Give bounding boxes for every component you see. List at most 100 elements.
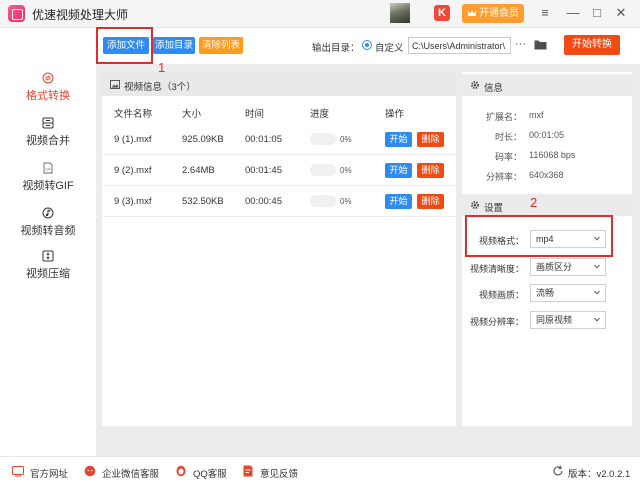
file-size: 532.50KB xyxy=(182,196,224,207)
wechat-support-link[interactable]: 企业微信客服 xyxy=(102,466,159,480)
start-button[interactable]: 开始 xyxy=(385,163,412,178)
wechat-icon xyxy=(84,465,96,477)
video-clarity-value: 画质区分 xyxy=(536,262,573,272)
sidebar-item-label: 视频压缩 xyxy=(26,268,70,280)
sidebar-item-label: 视频转音频 xyxy=(20,225,76,237)
delete-button[interactable]: 删除 xyxy=(417,163,444,178)
vip-mark-icon[interactable]: K xyxy=(434,5,450,21)
video-quality-label: 视频画质： xyxy=(478,290,524,300)
file-time: 00:01:05 xyxy=(245,134,282,145)
browse-dots-button[interactable]: ··· xyxy=(515,38,526,50)
qq-support-link[interactable]: QQ客服 xyxy=(193,466,227,480)
col-header-action: 操作 xyxy=(385,109,405,120)
video-quality-value: 流畅 xyxy=(536,288,555,298)
info-header: 信息 xyxy=(462,74,632,96)
delete-button[interactable]: 删除 xyxy=(417,194,444,209)
sidebar-item-label: 格式转换 xyxy=(26,90,70,102)
sidebar-item-video-to-gif[interactable]: GIF 视频转GIF xyxy=(0,162,96,196)
crown-icon xyxy=(468,9,476,16)
video-info-panel: 视频信息（3个） 文件名称 大小 时间 进度 操作 9 (1).mxf 925.… xyxy=(102,72,456,426)
info-value: 640x368 xyxy=(529,170,564,180)
annotation-box-1 xyxy=(96,27,153,64)
file-size: 2.64MB xyxy=(182,165,215,176)
file-name: 9 (3).mxf xyxy=(114,196,152,207)
col-header-progress: 进度 xyxy=(310,109,330,120)
col-header-name: 文件名称 xyxy=(114,109,153,120)
settings-title: 设置 xyxy=(484,203,504,214)
app-title: 优速视频处理大师 xyxy=(32,8,129,22)
video-resolution-label: 视频分辨率： xyxy=(469,317,524,327)
qq-icon xyxy=(176,465,186,477)
gear-icon xyxy=(471,201,479,209)
folder-icon[interactable] xyxy=(534,39,547,50)
table-row[interactable]: 9 (1).mxf 925.09KB 00:01:05 0% 开始 删除 xyxy=(102,124,456,155)
info-key: 码率： xyxy=(494,152,522,162)
table-row[interactable]: 9 (2).mxf 2.64MB 00:01:45 0% 开始 删除 xyxy=(102,155,456,186)
sidebar-item-video-compress[interactable]: 视频压缩 xyxy=(0,250,96,284)
progress-percent: 0% xyxy=(340,135,352,144)
sidebar-item-video-to-audio[interactable]: 视频转音频 xyxy=(0,207,96,241)
video-resolution-value: 同原视频 xyxy=(536,315,573,325)
video-panel-title: 视频信息（3个） xyxy=(124,82,196,93)
col-header-time: 时间 xyxy=(245,109,265,120)
open-vip-button[interactable]: 开通会员 xyxy=(462,4,524,23)
title-bar: 优速视频处理大师 K 开通会员 ≡ — □ ✕ xyxy=(0,0,640,28)
app-logo-icon xyxy=(8,5,25,22)
video-clarity-select[interactable]: 画质区分 xyxy=(530,258,606,276)
sidebar: 格式转换 视频合并 GIF 视频转GIF 视频转音频 视频压缩 xyxy=(0,28,96,456)
chevron-down-icon xyxy=(594,317,600,322)
video-resolution-select[interactable]: 同原视频 xyxy=(530,311,606,329)
start-button[interactable]: 开始 xyxy=(385,132,412,147)
progress-percent: 0% xyxy=(340,166,352,175)
video-panel-header: 视频信息（3个） xyxy=(102,72,456,96)
open-vip-label: 开通会员 xyxy=(479,8,519,19)
table-row[interactable]: 9 (3).mxf 532.50KB 00:00:45 0% 开始 删除 xyxy=(102,186,456,217)
progress-bar xyxy=(310,164,336,176)
gif-icon: GIF xyxy=(43,162,53,174)
sidebar-item-format-convert[interactable]: 格式转换 xyxy=(0,72,96,106)
file-time: 00:01:45 xyxy=(245,165,282,176)
website-icon xyxy=(12,466,24,477)
settings-header: 设置 xyxy=(462,194,632,216)
sidebar-item-label: 视频合并 xyxy=(26,135,70,147)
chevron-down-icon xyxy=(594,264,600,269)
convert-icon xyxy=(42,72,54,84)
video-quality-select[interactable]: 流畅 xyxy=(530,284,606,302)
annotation-box-2 xyxy=(465,215,613,257)
chevron-down-icon xyxy=(594,290,600,295)
start-button[interactable]: 开始 xyxy=(385,194,412,209)
feedback-icon xyxy=(243,465,253,477)
close-icon[interactable]: ✕ xyxy=(612,4,630,22)
annotation-number-1: 1 xyxy=(158,60,166,75)
output-dir-label: 输出目录： xyxy=(312,43,360,54)
user-avatar[interactable] xyxy=(390,3,410,23)
output-path-input[interactable] xyxy=(408,37,511,54)
image-icon xyxy=(110,80,120,89)
progress-percent: 0% xyxy=(340,197,352,206)
version-label: 版本：v2.0.2.1 xyxy=(568,469,631,480)
minimize-icon[interactable]: — xyxy=(564,4,582,22)
file-name: 9 (1).mxf xyxy=(114,134,152,145)
progress-bar xyxy=(310,195,336,207)
delete-button[interactable]: 删除 xyxy=(417,132,444,147)
svg-text:GIF: GIF xyxy=(45,168,50,172)
menu-icon[interactable]: ≡ xyxy=(536,4,554,22)
file-name: 9 (2).mxf xyxy=(114,165,152,176)
feedback-link[interactable]: 意见反馈 xyxy=(260,466,298,480)
start-convert-button[interactable]: 开始转换 xyxy=(564,35,620,55)
sidebar-item-label: 视频转GIF xyxy=(22,180,74,192)
add-directory-button[interactable]: 添加目录 xyxy=(153,37,195,54)
info-key: 扩展名： xyxy=(485,112,522,122)
audio-icon xyxy=(42,207,54,219)
custom-radio-label: 自定义 xyxy=(375,43,404,54)
info-value: 116068 bps xyxy=(529,150,576,160)
sidebar-item-video-merge[interactable]: 视频合并 xyxy=(0,117,96,151)
maximize-icon[interactable]: □ xyxy=(588,4,606,22)
clear-list-button[interactable]: 清除列表 xyxy=(199,37,243,54)
custom-radio[interactable] xyxy=(362,40,372,50)
website-link[interactable]: 官方网址 xyxy=(30,466,68,480)
progress-bar xyxy=(310,133,336,145)
video-clarity-label: 视频清晰度： xyxy=(469,264,524,274)
info-key: 时长： xyxy=(494,132,522,142)
file-time: 00:00:45 xyxy=(245,196,282,207)
